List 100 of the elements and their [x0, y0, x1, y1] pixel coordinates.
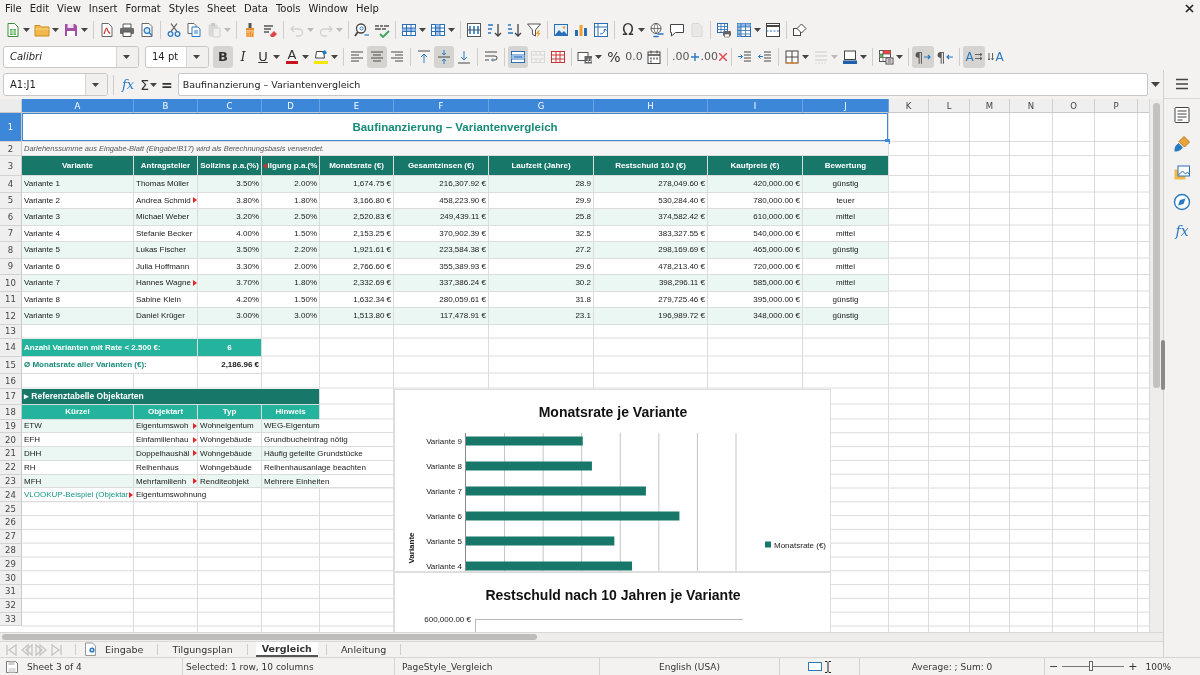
row-header[interactable]: 20 [0, 433, 22, 448]
zoom-in-button[interactable]: + [1126, 660, 1140, 673]
caret-icon[interactable] [595, 54, 602, 59]
sheet-tab[interactable]: Tilgungsplan [166, 642, 239, 657]
gallery-icon[interactable] [1173, 164, 1191, 182]
caret-icon[interactable] [802, 54, 809, 59]
menu-item[interactable]: Window [305, 1, 351, 16]
formula-button[interactable]: = [159, 76, 178, 93]
row-header[interactable]: 21 [0, 447, 22, 461]
caret-icon[interactable] [638, 28, 645, 32]
add-sheet-icon[interactable] [84, 642, 97, 657]
sheet-tab[interactable]: Anleitung [334, 642, 393, 657]
caret-icon[interactable] [92, 82, 99, 87]
column-header[interactable]: K [889, 99, 929, 113]
delete-decimal-button[interactable]: .00 [699, 45, 728, 68]
functions-button[interactable]: fx [1175, 222, 1189, 240]
row-header[interactable]: 4 [0, 176, 22, 193]
expand-caret-icon[interactable] [1151, 82, 1160, 87]
row-header[interactable]: 6 [0, 209, 22, 226]
column-header[interactable]: F [394, 99, 489, 113]
properties-icon[interactable] [1173, 106, 1191, 124]
scrollbar-thumb[interactable] [2, 634, 537, 640]
row-header[interactable]: 2 [0, 142, 22, 156]
column-header[interactable]: O [1053, 99, 1095, 113]
menu-item[interactable]: Styles [165, 1, 203, 16]
menu-item[interactable]: Insert [85, 1, 121, 16]
row-header[interactable]: 29 [0, 557, 22, 572]
menu-item[interactable]: Edit [26, 1, 53, 16]
menu-item[interactable]: File [2, 1, 25, 16]
font-color-button[interactable]: A [282, 45, 302, 68]
column-header[interactable]: P [1095, 99, 1138, 113]
italic-button[interactable]: I [233, 45, 253, 68]
caret-icon[interactable] [419, 28, 426, 32]
font-name-box[interactable]: Calibri [3, 45, 139, 68]
column-header[interactable]: G [489, 99, 594, 113]
caret-icon[interactable] [123, 54, 130, 59]
row-header[interactable]: 30 [0, 571, 22, 586]
caret-icon[interactable] [273, 54, 280, 59]
caret-icon[interactable] [23, 28, 30, 32]
caret-icon[interactable] [302, 54, 309, 59]
sheet-tab[interactable]: Vergleich [255, 642, 318, 657]
row-header[interactable]: 25 [0, 502, 22, 517]
caret-icon[interactable] [52, 28, 59, 32]
close-icon[interactable] [1185, 4, 1194, 13]
zoom-out-button[interactable]: − [1047, 660, 1061, 673]
column-header[interactable]: L [929, 99, 970, 113]
sum-button[interactable]: Σ [137, 76, 150, 93]
add-decimal-button[interactable]: .00 [671, 45, 700, 68]
column-header[interactable]: I [708, 99, 803, 113]
function-wizard-button[interactable]: fx [119, 77, 138, 92]
menu-item[interactable]: Format [122, 1, 164, 16]
row-header[interactable]: 31 [0, 585, 22, 599]
paintbrush-icon[interactable] [1173, 135, 1191, 153]
row-header[interactable]: 1 [0, 113, 22, 142]
special-character-button[interactable]: Ω [618, 19, 638, 41]
column-header[interactable]: H [594, 99, 708, 113]
formula-input[interactable]: Baufinanzierung – Variantenvergleich [177, 73, 1148, 96]
left-to-right-button[interactable]: ¶ [912, 45, 934, 68]
text-top-to-bottom-button[interactable]: A [985, 45, 1007, 68]
zoom-percent[interactable]: 100% [1145, 661, 1172, 672]
column-header[interactable]: J [803, 99, 889, 113]
column-header[interactable]: B [134, 99, 198, 113]
row-header[interactable]: 26 [0, 516, 22, 530]
column-header[interactable]: E [320, 99, 394, 113]
font-size-box[interactable]: 14 pt [145, 45, 209, 68]
percent-format-button[interactable]: % [604, 45, 624, 68]
caret-icon[interactable] [331, 54, 338, 59]
name-box[interactable]: A1:J1 [3, 73, 108, 96]
scrollbar-thumb[interactable] [1153, 103, 1160, 388]
menu-item[interactable]: View [54, 1, 84, 16]
caret-icon[interactable] [896, 54, 903, 59]
row-header[interactable]: 3 [0, 156, 22, 176]
zoom-slider-thumb[interactable] [1089, 661, 1094, 671]
menu-item[interactable]: Tools [272, 1, 304, 16]
caret-icon[interactable] [754, 28, 761, 32]
menu-icon[interactable] [1175, 78, 1189, 90]
caret-icon[interactable] [860, 54, 867, 59]
column-header[interactable]: C [198, 99, 262, 113]
menu-item[interactable]: Data [241, 1, 271, 16]
language[interactable]: English (USA) [659, 661, 720, 672]
right-to-left-button[interactable]: ¶ [934, 45, 956, 68]
menu-item[interactable]: Sheet [204, 1, 240, 16]
menu-item[interactable]: Help [353, 1, 382, 16]
column-header[interactable]: N [1010, 99, 1053, 113]
row-header[interactable]: 24 [0, 488, 22, 503]
column-header[interactable]: M [970, 99, 1010, 113]
sidebar-handle[interactable] [1161, 340, 1165, 390]
caret-icon[interactable] [193, 54, 200, 59]
number-format-standard-button[interactable]: 0.0 [624, 45, 644, 68]
caret-icon[interactable] [150, 82, 157, 87]
align-middle-button[interactable] [434, 45, 454, 68]
compass-icon[interactable] [1173, 193, 1191, 211]
sheet-tab[interactable]: Eingabe [99, 642, 150, 657]
row-header[interactable]: 8 [0, 242, 22, 259]
row-header[interactable]: 12 [0, 308, 22, 325]
column-header[interactable]: A [22, 99, 134, 113]
caret-icon[interactable] [81, 28, 88, 32]
column-header[interactable]: D [262, 99, 320, 113]
merge-center-button[interactable] [508, 45, 528, 68]
underline-button[interactable]: U [253, 45, 273, 68]
